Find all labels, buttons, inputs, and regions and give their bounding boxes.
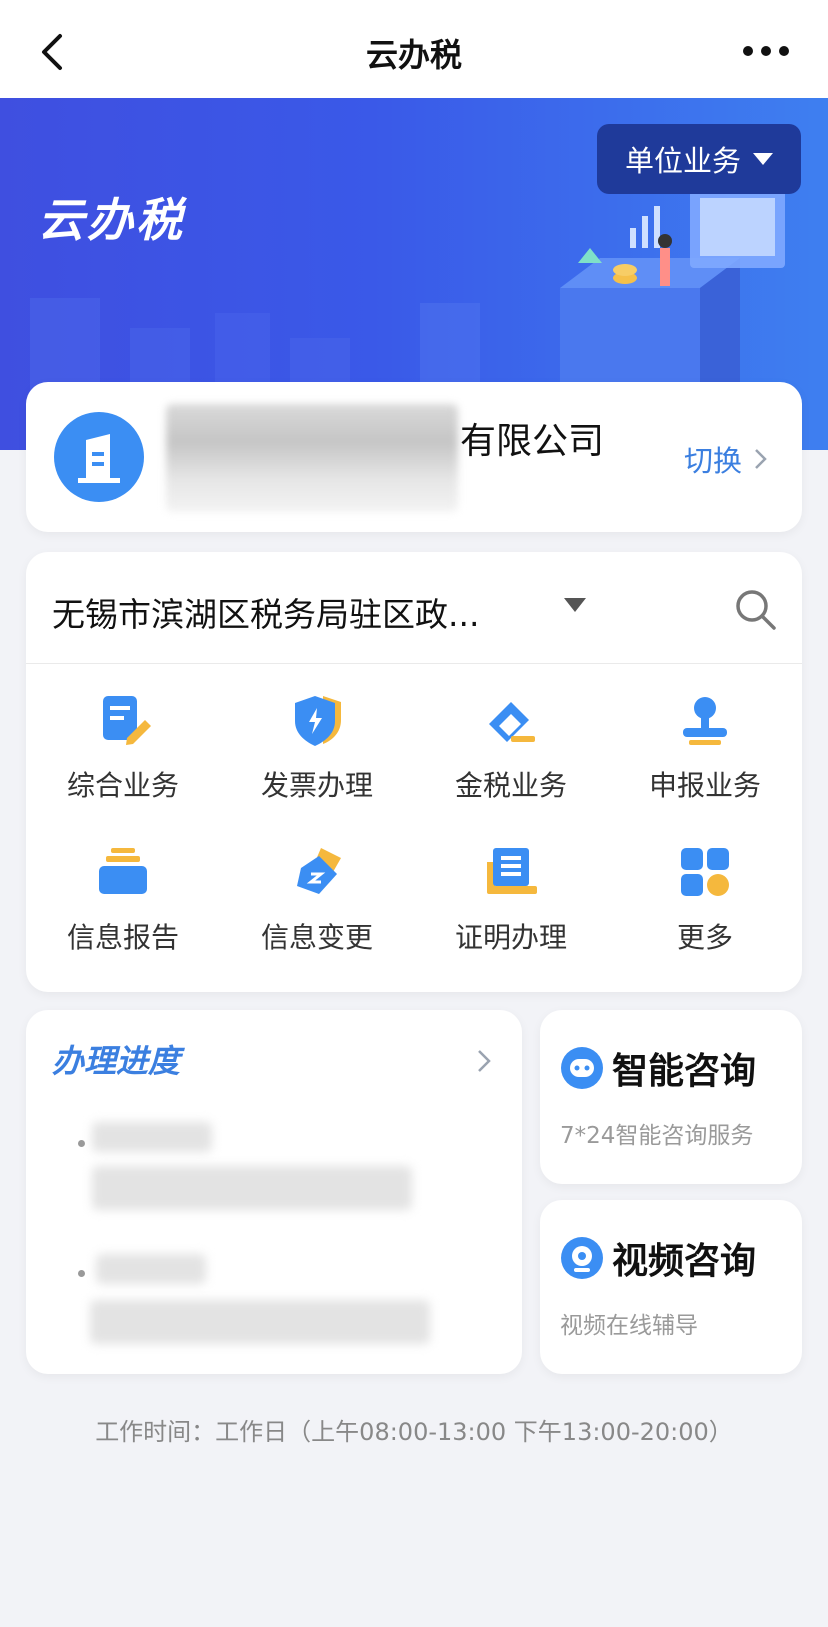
list-bullet — [78, 1270, 85, 1277]
nav-bar: 云办税 — [0, 0, 828, 98]
caret-down-icon[interactable] — [562, 596, 588, 614]
tray-stack-icon — [99, 848, 147, 894]
service-grid: 综合业务 发票办理 金税业务 申报业务 信息报告 信息变更 证明办理 更多 — [26, 680, 802, 980]
switch-label: 切换 — [683, 444, 742, 478]
service-label: 信息报告 — [66, 921, 179, 954]
search-icon[interactable] — [732, 586, 778, 632]
smart-consult-title: 智能咨询 — [612, 1051, 757, 1092]
progress-item-redacted — [92, 1166, 412, 1210]
progress-title: 办理进度 — [52, 1042, 181, 1080]
service-label: 综合业务 — [66, 769, 179, 802]
service-card: 无锡市滨湖区税务局驻区政... 综合业务 发票办理 金税业务 申报业务 信息报告… — [26, 552, 802, 992]
service-golden-tax[interactable]: 金税业务 — [414, 680, 608, 832]
switch-company-button[interactable]: 切换 — [684, 438, 772, 480]
service-label: 申报业务 — [648, 769, 761, 802]
service-label: 信息变更 — [260, 921, 373, 954]
webcam-icon — [561, 1237, 603, 1279]
more-dots-icon[interactable] — [740, 36, 792, 66]
progress-item-redacted — [90, 1300, 430, 1344]
unit-business-dropdown[interactable]: 单位业务 — [597, 124, 801, 194]
service-label: 金税业务 — [454, 769, 567, 802]
list-bullet — [78, 1140, 85, 1147]
service-invoice[interactable]: 发票办理 — [220, 680, 414, 832]
stamp-icon — [683, 697, 727, 745]
unit-business-label: 单位业务 — [624, 144, 741, 178]
eraser-icon — [489, 702, 535, 742]
banner-title: 云办税 — [38, 193, 185, 247]
company-card: 有限公司 切换 — [26, 382, 802, 532]
company-name: 有限公司 — [460, 421, 605, 462]
smart-consult-subtitle: 7*24智能咨询服务 — [560, 1123, 754, 1149]
chevron-right-icon[interactable] — [474, 1046, 494, 1076]
caret-down-icon — [753, 153, 773, 165]
service-info-report[interactable]: 信息报告 — [26, 832, 220, 984]
company-name-redacted — [166, 404, 458, 512]
nav-title: 云办税 — [365, 36, 462, 74]
grid-more-icon — [681, 848, 729, 896]
service-label: 更多 — [676, 921, 733, 954]
bureau-selector[interactable]: 无锡市滨湖区税务局驻区政... — [26, 552, 802, 664]
document-edit-icon — [103, 696, 151, 745]
video-consult-title: 视频咨询 — [612, 1241, 757, 1282]
page: 云办税 云办税 单位业务 有限公司 切换 无锡市滨湖区税务局驻区政... 综合业… — [0, 0, 828, 1627]
service-info-change[interactable]: 信息变更 — [220, 832, 414, 984]
progress-item-redacted — [92, 1122, 212, 1152]
service-certificate[interactable]: 证明办理 — [414, 832, 608, 984]
smart-consult-card[interactable]: 智能咨询 7*24智能咨询服务 — [540, 1010, 802, 1184]
video-consult-subtitle: 视频在线辅导 — [560, 1313, 698, 1339]
chat-bot-icon — [561, 1047, 603, 1089]
service-comprehensive[interactable]: 综合业务 — [26, 680, 220, 832]
bureau-name: 无锡市滨湖区税务局驻区政... — [52, 595, 480, 634]
service-label: 证明办理 — [454, 921, 567, 954]
chevron-right-icon — [755, 449, 767, 469]
progress-card[interactable]: 办理进度 — [26, 1010, 522, 1374]
service-declaration[interactable]: 申报业务 — [608, 680, 802, 832]
progress-item-redacted — [96, 1254, 206, 1284]
building-avatar-icon — [54, 412, 144, 502]
service-more[interactable]: 更多 — [608, 832, 802, 984]
book-tray-icon — [487, 848, 537, 894]
shield-lightning-icon — [295, 696, 341, 746]
video-consult-card[interactable]: 视频咨询 视频在线辅导 — [540, 1200, 802, 1374]
ticket-icon — [297, 848, 341, 894]
work-hours-text: 工作时间：工作日（上午08:00-13:00 下午13:00-20:00） — [95, 1418, 733, 1446]
service-label: 发票办理 — [260, 769, 373, 802]
